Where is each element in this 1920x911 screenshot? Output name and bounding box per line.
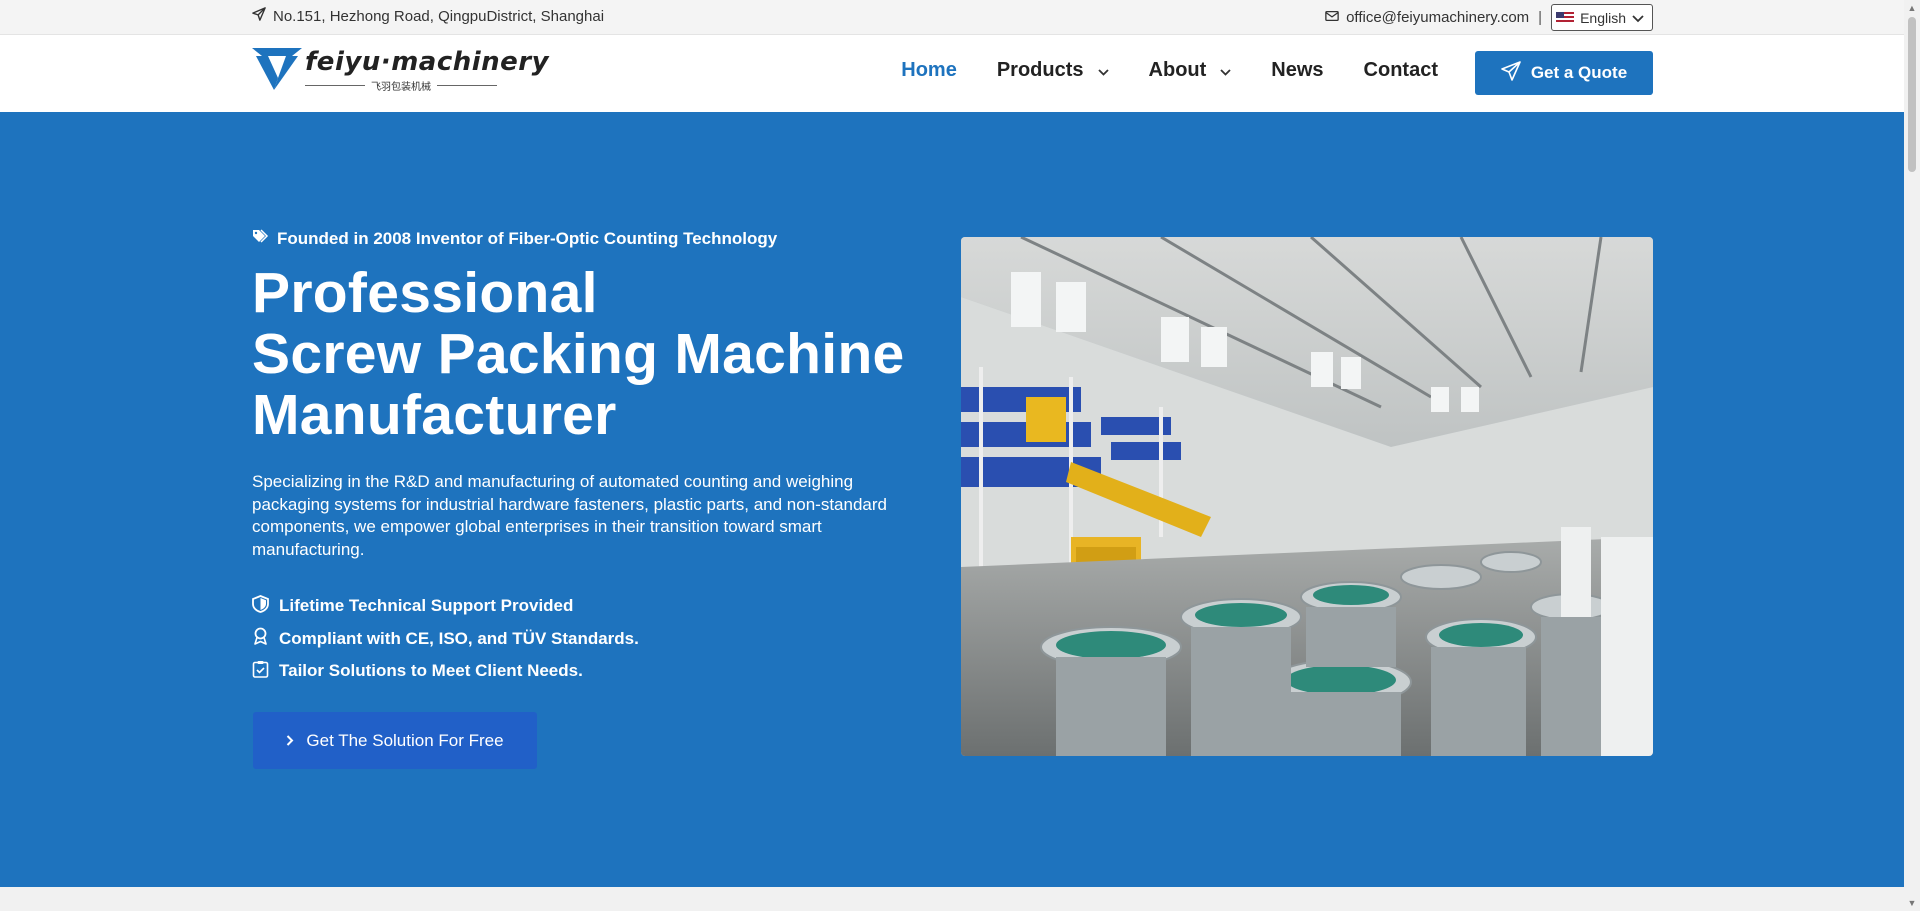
hero-title: Professional Screw Packing Machine Manuf… [252,263,905,446]
feature-item: Lifetime Technical Support Provided [252,590,639,623]
top-bar: No.151, Hezhong Road, QingpuDistrict, Sh… [0,0,1904,35]
nav-home[interactable]: Home [901,59,957,82]
nav-news-label: News [1271,59,1324,81]
us-flag-icon [1556,11,1575,24]
email-text: office@feiyumachinery.com [1346,9,1530,26]
get-a-quote-label: Get a Quote [1530,63,1628,82]
nav-about-label: About [1148,59,1207,81]
award-icon [252,627,269,650]
logo[interactable]: feiyu·machinery 飞羽包装机械 [252,48,549,93]
feature-item: Compliant with CE, ISO, and TÜV Standard… [252,623,639,656]
logo-wordmark: feiyu·machinery [305,47,550,77]
nav-home-label: Home [901,59,957,81]
hero-description: Specializing in the R&D and manufacturin… [252,472,887,559]
nav-contact[interactable]: Contact [1364,59,1438,82]
shield-icon [252,594,269,618]
next-section-edge [0,887,1904,911]
chevron-down-icon [1632,10,1644,26]
logo-subtitle-row: 飞羽包装机械 [305,78,549,93]
scroll-down-arrow-icon[interactable]: ▼ [1904,895,1920,911]
nav-contact-label: Contact [1363,59,1438,81]
language-label: English [1580,9,1626,26]
hero-title-line: Manufacturer [252,383,617,447]
clipboard-check-icon [252,660,269,683]
feature-text: Compliant with CE, ISO, and TÜV Standard… [279,628,639,648]
chevron-right-icon [286,731,294,751]
top-bar-right: office@feiyumachinery.com | English [1325,4,1653,31]
logo-subtitle: 飞羽包装机械 [371,82,431,93]
get-a-quote-button[interactable]: Get a Quote [1475,51,1653,95]
language-selector[interactable]: English [1551,4,1653,31]
address: No.151, Hezhong Road, QingpuDistrict, Sh… [252,7,604,25]
feature-text: Tailor Solutions to Meet Client Needs. [279,661,583,681]
tags-icon [252,229,269,249]
feature-item: Tailor Solutions to Meet Client Needs. [252,655,639,688]
email-link[interactable]: office@feiyumachinery.com [1325,9,1529,26]
hero-title-line: Professional [252,261,598,325]
site-header: feiyu·machinery 飞羽包装机械 Home Products Abo… [0,35,1904,112]
hero-section: Founded in 2008 Inventor of Fiber-Optic … [0,112,1904,887]
scrollbar-thumb[interactable] [1908,17,1916,172]
nav-about[interactable]: About [1149,59,1232,82]
main-nav: Home Products About News Contact [861,59,1438,82]
feature-text: Lifetime Technical Support Provided [279,596,574,616]
logo-mark-icon [252,48,302,90]
tagline-text: Founded in 2008 Inventor of Fiber-Optic … [277,229,778,248]
page-scrollbar[interactable]: ▲ ▼ [1904,0,1920,911]
hero-tagline: Founded in 2008 Inventor of Fiber-Optic … [252,229,777,249]
factory-photo-illustration [961,237,1653,756]
get-solution-button[interactable]: Get The Solution For Free [253,712,537,769]
send-icon [1501,60,1521,86]
hero-title-line: Screw Packing Machine [252,322,905,386]
send-icon [252,7,266,25]
separator: | [1538,9,1543,26]
mail-icon [1325,9,1339,26]
get-solution-label: Get The Solution For Free [306,730,504,750]
nav-products[interactable]: Products [997,59,1109,82]
nav-products-label: Products [996,59,1084,81]
feature-list: Lifetime Technical Support Provided Comp… [252,590,639,688]
factory-floor-photo [961,237,1653,756]
chevron-down-icon [1097,59,1109,82]
chevron-down-icon [1220,59,1231,82]
scroll-up-arrow-icon[interactable]: ▲ [1904,0,1920,16]
address-text: No.151, Hezhong Road, QingpuDistrict, Sh… [273,7,605,25]
nav-news[interactable]: News [1271,59,1323,82]
